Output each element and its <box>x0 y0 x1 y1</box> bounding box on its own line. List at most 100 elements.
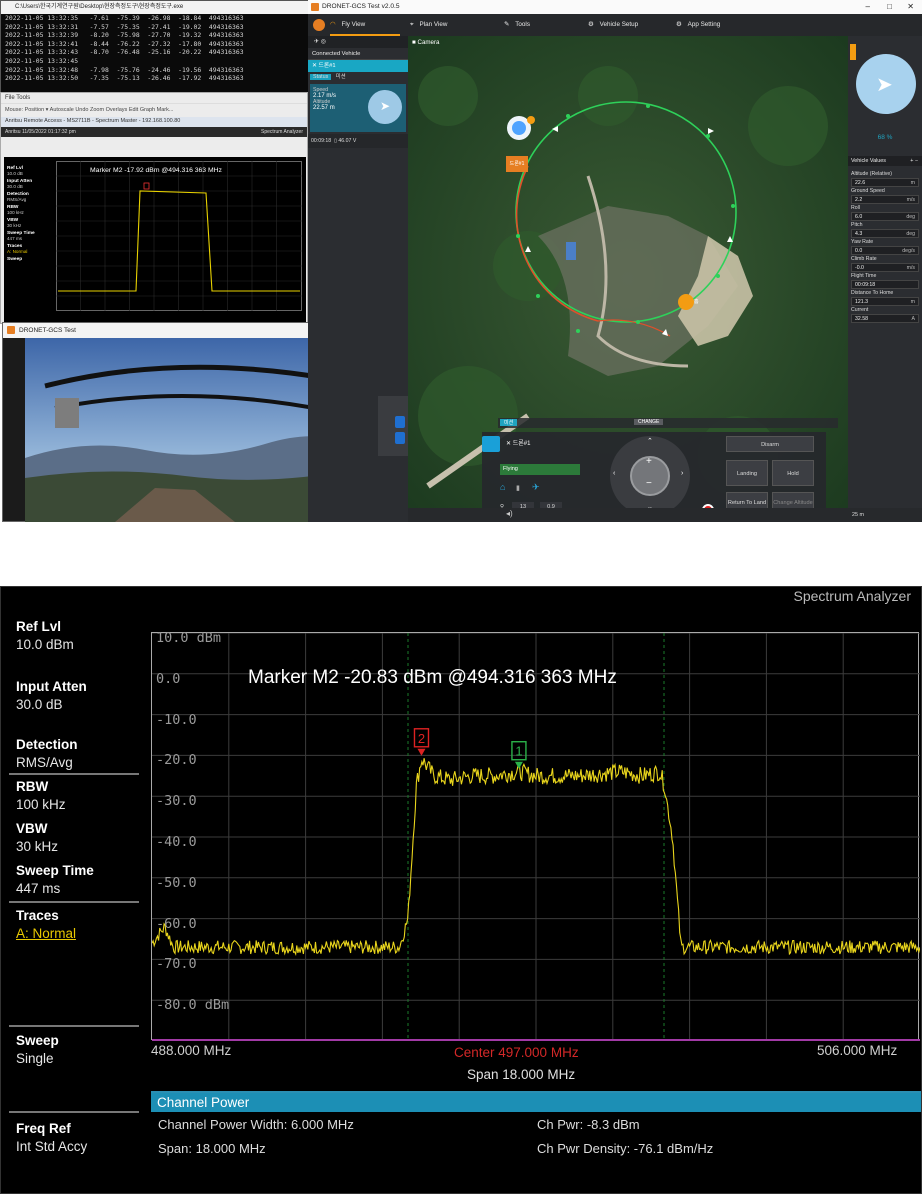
ref-level-label: -20.0 <box>156 752 197 769</box>
mode-strip: 미션 CHANGE <box>498 418 838 428</box>
vehicle-value: 0.0 <box>855 248 863 254</box>
app-logo-icon <box>7 326 15 334</box>
rbw-label: RBW <box>16 779 49 794</box>
home-map-label: 홈 <box>694 299 699 305</box>
gcs-titlebar: DRONET-GCS Test v2.0.5 – □ ✕ <box>308 0 922 14</box>
drone-status-icon: ✈ <box>532 482 540 492</box>
tab-mission[interactable]: 미션 <box>333 74 349 80</box>
link-icon[interactable] <box>395 416 405 428</box>
stop-frequency: 506.000 MHz <box>817 1043 898 1058</box>
flight-time: 00:09:18 <box>311 138 332 144</box>
chevron-right-icon[interactable]: › <box>681 470 683 477</box>
panel-handle[interactable] <box>850 44 856 60</box>
disarm-button[interactable]: Disarm <box>726 436 814 452</box>
console-line: 2022-11-05 13:32:50 -7.35 -75.13 -26.46 … <box>5 74 244 83</box>
ref-level-label: -50.0 <box>156 874 197 891</box>
spectrum-analyzer-screen: Spectrum Analyzer Ref Lvl 10.0 dBm Input… <box>0 586 922 1194</box>
vehicle-value-unit: deg <box>906 214 915 220</box>
joystick[interactable]: + − ⌃ ⌄ ‹ › <box>610 436 690 516</box>
tab-fly-view[interactable]: ◠ Fly View <box>330 14 400 36</box>
mini-marker-readout: Marker M2 -17.92 dBm @494.316 363 MHz <box>90 167 222 174</box>
ref-level-label: -10.0 <box>156 711 197 728</box>
vehicle-value-field: 6.0 deg <box>851 212 919 221</box>
anritsu-remote-window: File Tools Mouse: Position ▾ Autoscale U… <box>0 92 308 324</box>
input-atten-label: Input Atten <box>16 679 87 694</box>
connected-vehicle-label: Connected Vehicle <box>308 48 408 60</box>
close-icon[interactable]: ✕ <box>907 0 914 14</box>
maximize-icon[interactable]: □ <box>887 0 892 14</box>
channel-power-span: Span: 18.000 MHz <box>158 1141 266 1156</box>
vehicle-map-label[interactable]: 드론#1 <box>506 156 528 172</box>
minimize-icon[interactable]: – <box>866 0 870 14</box>
tab-app-setting[interactable]: ⚙ App Setting <box>676 14 746 36</box>
vehicle-value-label: Climb Rate <box>851 256 877 262</box>
vehicle-value-label: Roll <box>851 205 860 211</box>
flying-status: Flying <box>500 464 580 475</box>
altitude-value: 22.57 <box>313 105 329 111</box>
minus-icon[interactable]: − <box>646 478 652 489</box>
hold-button[interactable]: Hold <box>772 460 814 486</box>
vehicle-values-list: Altitude (Relative) 22.6 m Ground Speed 2.2 m… <box>848 170 922 323</box>
console-line: 2022-11-05 13:32:35 -7.61 -75.39 -26.98 … <box>5 14 244 22</box>
chevron-up-icon[interactable]: ⌃ <box>647 437 653 445</box>
anritsu-menu[interactable]: File Tools <box>1 93 307 103</box>
mini-param-value: 100 kHz <box>7 210 24 215</box>
detection-value: RMS/Avg <box>16 755 73 770</box>
anritsu-param-list: Ref Lvl 10.0 dB Input Atten 30.0 dB Detectio… <box>7 163 51 262</box>
app-setting-icon: ⚙ <box>676 21 682 28</box>
vehicle-value: 22.6 <box>855 180 866 186</box>
vehicle-value-field: 00:09:18 <box>851 280 919 289</box>
gcs-title: DRONET-GCS Test v2.0.5 <box>322 3 400 10</box>
vehicle-value: 32.58 <box>855 316 868 322</box>
vbw-label: VBW <box>16 821 48 836</box>
drone-camera-feed <box>25 338 353 522</box>
drone-controls-header: ✈ ◎ <box>308 36 408 48</box>
param-divider <box>9 1111 139 1113</box>
ref-level-label: -80.0 dBm <box>156 997 230 1014</box>
marker-readout: Marker M2 -20.83 dBm @494.316 363 MHz <box>248 667 617 688</box>
vehicle-value-label: Pitch <box>851 222 863 228</box>
mode-tab-mission[interactable]: 미션 <box>500 419 518 426</box>
vehicle-value-field: 32.58 A <box>851 314 919 323</box>
vehicle-value: -0.0 <box>855 265 864 271</box>
vehicle-row[interactable]: ✕ 드론#1 <box>308 60 408 72</box>
gcs-navbar: ◠ Fly View ⌖ Plan View ✎ Tools ⚙ Vehicle Set… <box>308 14 922 36</box>
vehicle-setup-icon: ⚙ <box>588 21 594 28</box>
anritsu-toolbar[interactable]: Mouse: Position ▾ Autoscale Undo Zoom Ov… <box>1 103 307 117</box>
link-icon-2[interactable] <box>395 432 405 444</box>
video-title: DRONET-GCS Test <box>19 327 76 334</box>
change-button[interactable]: CHANGE <box>634 419 664 425</box>
tab-plan-view[interactable]: ⌖ Plan View <box>410 14 470 36</box>
camera-frame-image <box>25 338 353 522</box>
tab-tools[interactable]: ✎ Tools <box>504 14 554 36</box>
channel-power-width: Channel Power Width: 6.000 MHz <box>158 1117 354 1132</box>
traces-value[interactable]: A: Normal <box>16 926 76 941</box>
gcs-window: DRONET-GCS Test v2.0.5 – □ ✕ ◠ Fly View ⌖… <box>308 0 922 522</box>
vehicle-value-field: 0.0 deg/s <box>851 246 919 255</box>
camera-toggle[interactable]: ■ Camera <box>412 39 440 46</box>
spectrum-plot[interactable]: 21 10.0 dBm 0.0 -10.0 -20.0 -30.0 -40.0 -50.0-… <box>151 630 921 1041</box>
ref-level-label: -70.0 <box>156 956 197 973</box>
layers-icon: ◎ <box>320 39 326 45</box>
plus-icon[interactable]: + <box>646 456 652 467</box>
param-divider <box>9 773 139 775</box>
channel-power-panel: Channel Power Channel Power Width: 6.000… <box>151 1091 921 1193</box>
vehicle-value-label: Yaw Rate <box>851 239 874 245</box>
vehicle-values-header: Vehicle Values + − <box>848 156 922 166</box>
vehicle-panel: ✈ ◎ Connected Vehicle ✕ 드론#1 Status 미션 S… <box>308 36 408 522</box>
map-view[interactable]: ■ Camera 드론#1 홈 미션 CHANGE ✕ 드론#1 Flying … <box>408 36 848 522</box>
add-remove-icon[interactable]: + − <box>910 156 918 166</box>
mini-param-label: Sweep <box>7 257 23 262</box>
tab-vehicle-setup[interactable]: ⚙ Vehicle Setup <box>588 14 664 36</box>
sweep-time-value: 447 ms <box>16 881 61 896</box>
param-divider <box>9 901 139 903</box>
chevron-left-icon[interactable]: ‹ <box>613 470 615 477</box>
gcs-logo-icon <box>313 19 325 31</box>
speaker-icon[interactable]: ◂) <box>506 509 513 518</box>
map-scale: 25 m <box>848 508 922 522</box>
battery-icon: ▯ <box>334 138 337 144</box>
attitude-indicator: ➤ <box>368 90 402 124</box>
drone-select-button[interactable] <box>482 436 500 452</box>
landing-button[interactable]: Landing <box>726 460 768 486</box>
tab-status[interactable]: Status <box>310 74 332 80</box>
